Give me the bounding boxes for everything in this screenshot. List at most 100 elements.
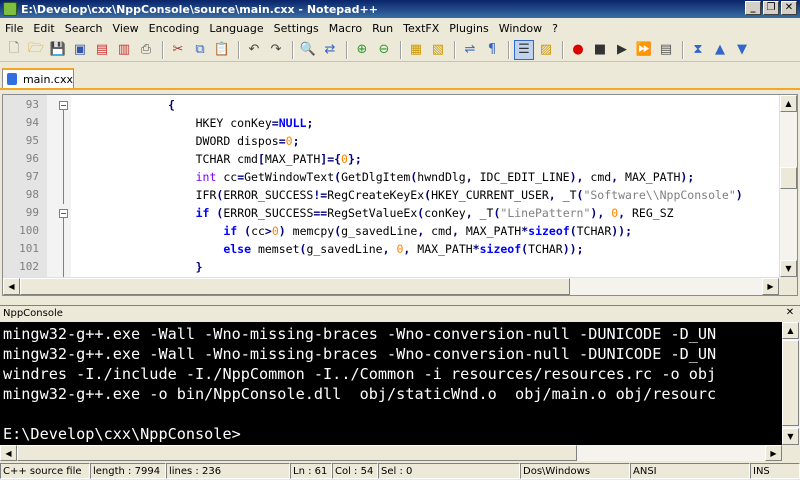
menu-encoding[interactable]: Encoding (144, 22, 205, 35)
toolbar: 🗋 🗁 💾 ▣ ▤ ▥ ⎙ ✂ ⧉ 📋 ↶ ↷ 🔍 ⇄ ⊕ ⊖ ▦ ▧ ⇌ ¶ … (0, 38, 800, 62)
console-output[interactable]: mingw32-g++.exe -Wall -Wno-missing-brace… (0, 322, 782, 445)
line-number: 95 (25, 134, 39, 147)
arrow-up-icon[interactable]: ▲ (710, 40, 730, 60)
console-panel-header: NppConsole ✕ (0, 305, 800, 320)
menu-language[interactable]: Language (204, 22, 268, 35)
sync-horizontal-icon[interactable]: ▧ (428, 40, 448, 60)
menu-search[interactable]: Search (60, 22, 108, 35)
status-eol-format: Dos\Windows (520, 463, 630, 479)
menu-macro[interactable]: Macro (324, 22, 367, 35)
play-macro-icon[interactable]: ▶ (612, 40, 632, 60)
code-line-99: if (ERROR_SUCCESS==RegSetValueEx(conKey,… (195, 206, 674, 220)
zoom-in-icon[interactable]: ⊕ (352, 40, 372, 60)
status-lines: lines : 236 (166, 463, 290, 479)
line-number: 98 (25, 188, 39, 201)
scroll-down-icon[interactable]: ▼ (782, 428, 799, 445)
replace-icon[interactable]: ⇄ (320, 40, 340, 60)
copy-icon[interactable]: ⧉ (190, 40, 210, 60)
paste-icon[interactable]: 📋 (212, 40, 232, 60)
run-macro-multiple-icon[interactable]: ⏩ (634, 40, 654, 60)
record-macro-icon[interactable]: ● (568, 40, 588, 60)
scroll-up-icon[interactable]: ▲ (782, 322, 799, 339)
console-line: mingw32-g++.exe -Wall -Wno-missing-brace… (3, 345, 717, 363)
plugin-console-icon[interactable]: ⧗ (688, 40, 708, 60)
menu-help[interactable]: ? (547, 22, 563, 35)
title-bar[interactable]: E:\Develop\cxx\NppConsole\source\main.cx… (0, 0, 800, 18)
scroll-right-icon[interactable]: ▶ (762, 278, 779, 295)
scroll-down-icon[interactable]: ▼ (780, 260, 797, 277)
save-macro-icon[interactable]: ▤ (656, 40, 676, 60)
console-vertical-scrollbar[interactable]: ▲ ▼ (782, 322, 800, 445)
zoom-out-icon[interactable]: ⊖ (374, 40, 394, 60)
restore-button[interactable]: ❐ (763, 1, 779, 15)
menu-window[interactable]: Window (494, 22, 547, 35)
editor-horizontal-scrollbar[interactable]: ◀ ▶ (3, 277, 779, 295)
menu-bar: File Edit Search View Encoding Language … (0, 18, 800, 38)
fold-collapse-icon[interactable]: − (59, 209, 68, 218)
fold-margin (47, 95, 71, 277)
menu-edit[interactable]: Edit (28, 22, 59, 35)
show-all-chars-icon[interactable]: ¶ (482, 40, 502, 60)
cut-icon[interactable]: ✂ (168, 40, 188, 60)
console-prompt[interactable]: E:\Develop\cxx\NppConsole> (3, 424, 241, 444)
tab-bar: main.cxx (0, 66, 800, 90)
print-icon[interactable]: ⎙ (136, 40, 156, 60)
line-number: 100 (19, 224, 39, 237)
status-line-number: Ln : 61 (290, 463, 332, 479)
tab-main-cxx[interactable]: main.cxx (2, 68, 74, 88)
open-file-icon[interactable]: 🗁 (26, 40, 46, 60)
code-line-97: int cc=GetWindowText(GetDlgItem(hwndDlg,… (195, 170, 695, 184)
menu-file[interactable]: File (0, 22, 28, 35)
scrollbar-corner (779, 277, 797, 295)
menu-view[interactable]: View (108, 22, 144, 35)
minimize-button[interactable]: _ (745, 1, 761, 15)
editor-vertical-scrollbar[interactable]: ▲ ▼ (779, 95, 797, 277)
close-file-icon[interactable]: ▤ (92, 40, 112, 60)
find-icon[interactable]: 🔍 (298, 40, 318, 60)
menu-textfx[interactable]: TextFX (398, 22, 444, 35)
code-line-100: if (cc>0) memcpy(g_savedLine, cmd, MAX_P… (223, 224, 633, 238)
scroll-thumb[interactable] (20, 278, 570, 295)
undo-icon[interactable]: ↶ (244, 40, 264, 60)
redo-icon[interactable]: ↷ (266, 40, 286, 60)
console-horizontal-scrollbar[interactable]: ◀ ▶ (0, 445, 782, 461)
status-bar: C++ source file length : 7994 lines : 23… (0, 462, 800, 480)
notepad-app-icon[interactable] (3, 2, 17, 16)
scroll-left-icon[interactable]: ◀ (0, 445, 17, 461)
window-title: E:\Develop\cxx\NppConsole\source\main.cx… (21, 2, 378, 16)
scroll-left-icon[interactable]: ◀ (3, 278, 20, 295)
menu-plugins[interactable]: Plugins (444, 22, 493, 35)
arrow-down-icon[interactable]: ▼ (732, 40, 752, 60)
user-lang-icon[interactable]: ▨ (536, 40, 556, 60)
save-all-icon[interactable]: ▣ (70, 40, 90, 60)
stop-macro-icon[interactable]: ■ (590, 40, 610, 60)
toolbar-separator (562, 40, 564, 59)
scroll-thumb[interactable] (782, 340, 799, 426)
menu-settings[interactable]: Settings (269, 22, 324, 35)
toolbar-separator (454, 40, 456, 59)
scroll-thumb[interactable] (780, 167, 797, 189)
word-wrap-icon[interactable]: ⇌ (460, 40, 480, 60)
menu-run[interactable]: Run (367, 22, 398, 35)
close-all-icon[interactable]: ▥ (114, 40, 134, 60)
code-line-95: DWORD dispos=0; (71, 134, 300, 148)
console-line: mingw32-g++.exe -o bin/NppConsole.dll ob… (3, 385, 717, 403)
code-line-102: } (195, 260, 203, 274)
scroll-right-icon[interactable]: ▶ (765, 445, 782, 461)
code-text-area[interactable]: { HKEY conKey=NULL; DWORD dispos=0; TCHA… (71, 95, 779, 277)
close-icon[interactable]: ✕ (784, 307, 796, 319)
code-editor[interactable]: 93 94 95 96 97 98 99 100 101 102 − − { H… (2, 94, 798, 296)
status-column: Col : 54 (332, 463, 378, 479)
scroll-thumb[interactable] (17, 445, 577, 461)
close-button[interactable]: ✕ (781, 1, 797, 15)
code-line-93: { (167, 98, 175, 112)
scroll-up-icon[interactable]: ▲ (780, 95, 797, 112)
save-icon[interactable]: 💾 (48, 40, 68, 60)
fold-line (63, 218, 64, 278)
new-file-icon[interactable]: 🗋 (4, 40, 24, 60)
indent-guide-icon[interactable]: ☰ (514, 39, 534, 60)
line-number-gutter: 93 94 95 96 97 98 99 100 101 102 (3, 95, 47, 277)
code-line-94: HKEY conKey=NULL; (71, 116, 314, 130)
sync-vertical-icon[interactable]: ▦ (406, 40, 426, 60)
fold-collapse-icon[interactable]: − (59, 101, 68, 110)
